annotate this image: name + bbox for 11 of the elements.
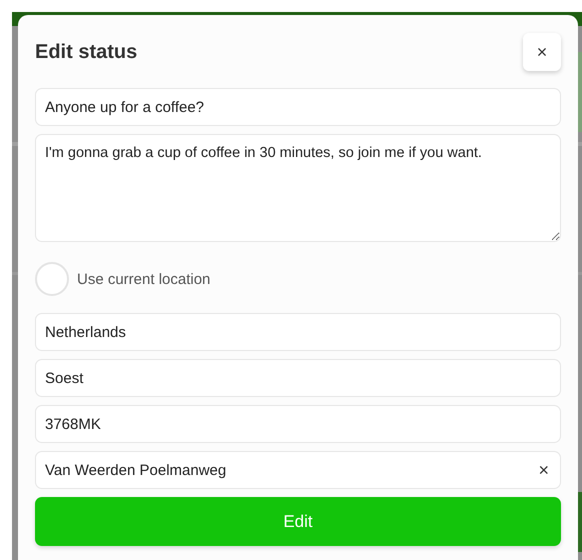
location-label: Use current location xyxy=(77,270,210,288)
status-title-field[interactable]: Anyone up for a coffee? xyxy=(35,88,561,126)
dialog-title: Edit status xyxy=(35,40,138,64)
status-message-field[interactable]: I'm gonna grab a cup of coffee in 30 minutes, so join me if you want. xyxy=(35,134,561,242)
address-field[interactable]: Soest xyxy=(35,359,561,397)
location-checkbox[interactable] xyxy=(35,262,69,296)
address-field[interactable]: Netherlands xyxy=(35,313,561,351)
address-field[interactable]: 3768MK xyxy=(35,405,561,443)
clear-button[interactable]: × xyxy=(536,460,551,480)
address-field[interactable]: Van Weerden Poelmanweg × xyxy=(35,451,561,489)
close-button[interactable]: × xyxy=(523,33,561,71)
